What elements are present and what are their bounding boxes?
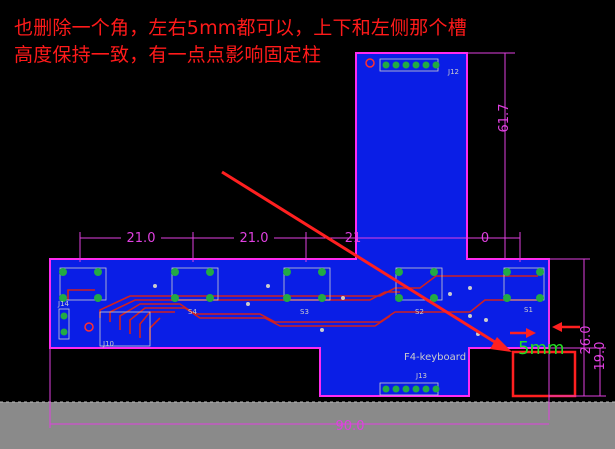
dim-right-tall: 61.7 <box>497 104 512 133</box>
dim-bottom: 90.0 <box>336 419 365 434</box>
silk-j13: J13 <box>415 372 427 380</box>
silk-j10: J10 <box>102 340 114 348</box>
silk-j14: J14 <box>57 300 70 308</box>
dim-top-c: 21 <box>345 231 362 246</box>
annotation-note-line-1: 也删除一个角，左右5mm都可以，上下和左侧那个槽 <box>14 17 467 39</box>
silk-board-title: F4-keyboard <box>404 352 466 363</box>
dim-right-b: 19.0 <box>593 342 608 371</box>
gap-label: 5mm <box>518 338 565 359</box>
silk-s3: S3 <box>300 308 309 316</box>
dim-top-b: 21.0 <box>240 231 269 246</box>
floor-band <box>0 402 615 449</box>
silk-s4: S4 <box>188 308 197 316</box>
dim-right-a: 26.0 <box>579 326 594 355</box>
silk-s1: S1 <box>524 306 533 314</box>
annotation-note-line-2: 高度保持一致，有一点点影响固定柱 <box>14 44 322 66</box>
pcb-board-outline <box>49 52 550 397</box>
silk-j12: J12 <box>447 68 459 76</box>
dim-top-a: 21.0 <box>127 231 156 246</box>
silk-s2: S2 <box>415 308 424 316</box>
dim-top-d: 0 <box>481 231 489 246</box>
annotation-arrow-left-in <box>552 322 580 332</box>
